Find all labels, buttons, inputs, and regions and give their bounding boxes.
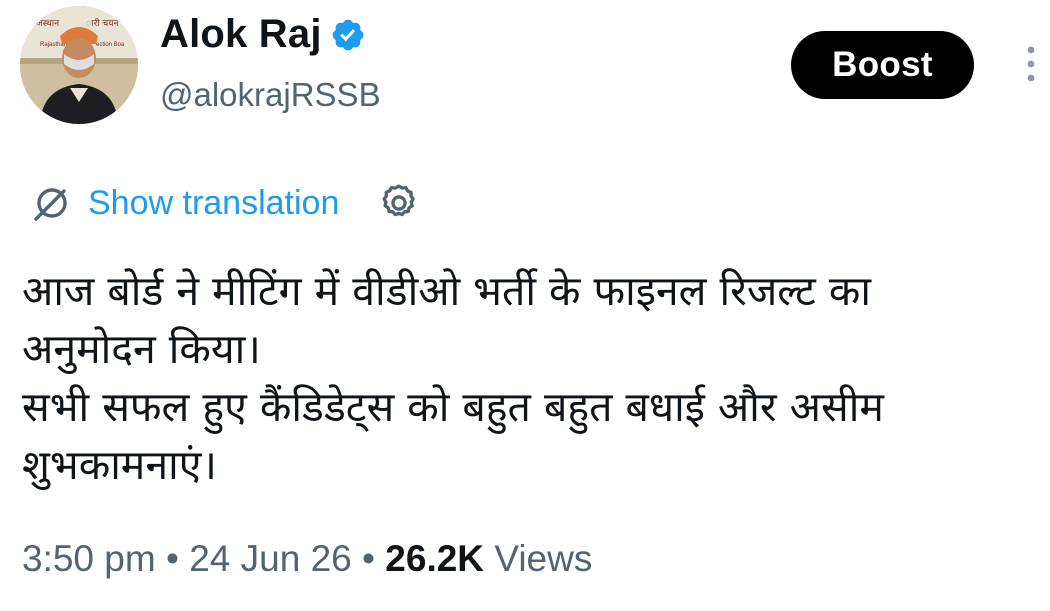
- avatar-banner-line-4: ection Boa: [96, 42, 125, 48]
- tweet-text-line: अनुमोदन किया।: [22, 325, 261, 373]
- author-handle[interactable]: @alokrajRSSB: [160, 76, 381, 114]
- tweet-text-line: सभी सफल हुए कैंडिडेट्स को बहुत बहुत बधाई…: [22, 383, 884, 431]
- tweet-text-line: आज बोर्ड ने मीटिंग में वीडीओ भर्ती के फा…: [22, 267, 871, 315]
- translate-icon[interactable]: [30, 181, 74, 225]
- meta-separator: •: [165, 538, 179, 579]
- gear-icon[interactable]: [377, 181, 421, 225]
- author-name-row: Alok Raj: [160, 12, 366, 57]
- tweet-time[interactable]: 3:50 pm: [22, 538, 156, 579]
- tweet-meta-row: 3:50 pm • 24 Jun 26 • 26.2K Views: [22, 538, 592, 580]
- tweet-text-line: शुभकामनाएं।: [22, 441, 217, 489]
- more-vertical-icon[interactable]: [1020, 44, 1042, 88]
- tweet-date[interactable]: 24 Jun 26: [189, 538, 352, 579]
- verified-badge-icon[interactable]: [330, 17, 366, 53]
- avatar-banner-line-2: ारी चयन: [86, 17, 119, 29]
- tweet-card: राजस्थान ारी चयन Rajasthan ection Boa Al…: [0, 0, 1050, 611]
- views-label: Views: [494, 538, 593, 579]
- avatar[interactable]: राजस्थान ारी चयन Rajasthan ection Boa: [20, 6, 138, 124]
- show-translation-link[interactable]: Show translation: [88, 184, 339, 223]
- tweet-text: आज बोर्ड ने मीटिंग में वीडीओ भर्ती के फा…: [22, 262, 1032, 494]
- meta-separator: •: [362, 538, 376, 579]
- views-count[interactable]: 26.2K: [385, 538, 484, 579]
- boost-button[interactable]: Boost: [791, 31, 974, 99]
- translation-row: Show translation: [30, 181, 421, 225]
- avatar-image: राजस्थान ारी चयन Rajasthan ection Boa: [20, 6, 138, 124]
- avatar-banner-line-1: राजस्थान: [30, 19, 60, 29]
- author-display-name[interactable]: Alok Raj: [160, 12, 322, 57]
